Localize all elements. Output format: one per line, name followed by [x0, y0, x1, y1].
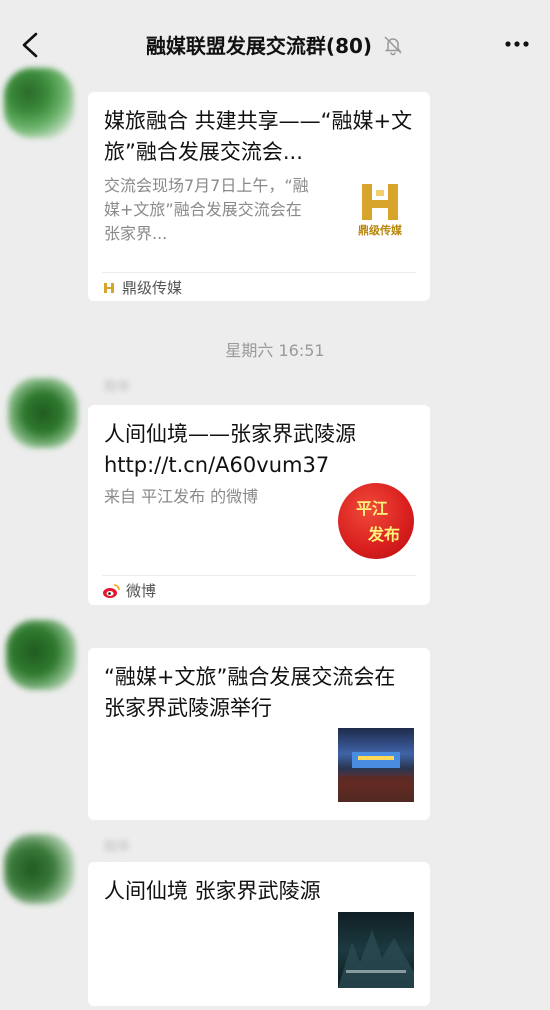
- conference-stage-icon: [338, 752, 414, 802]
- thumb-text-1: 平江: [356, 499, 389, 518]
- bell-off-icon: [384, 35, 402, 55]
- card-title: 人间仙境 张家界武陵源: [104, 879, 321, 903]
- card-title: “融媒+文旅”融合发展交流会在张家界武陵源举行: [104, 665, 396, 720]
- weibo-icon: [103, 583, 120, 598]
- card-title-line-2: http://t.cn/A60vum37: [104, 453, 330, 477]
- card-thumbnail: 鼎级传媒: [348, 176, 412, 240]
- chat-timestamp: 星期六 16:51: [225, 341, 325, 360]
- card-source: 鼎级传媒: [122, 279, 183, 297]
- brand-mini-icon: [104, 282, 114, 293]
- thumb-brand-text: 鼎级传媒: [358, 224, 402, 237]
- card-title-line-1: 人间仙境——张家界武陵源: [104, 422, 356, 446]
- link-card[interactable]: 媒旅融合 共建共享——“融媒+文旅”融合发展交流会... 交流会现场7月7日上午…: [88, 92, 430, 301]
- avatar[interactable]: [6, 620, 76, 690]
- sender-name: 阳华: [104, 380, 131, 395]
- link-card[interactable]: 人间仙境 张家界武陵源: [88, 862, 430, 1006]
- card-description: 交流会现场7月7日上午，“融媒+文旅”融合发展交流会在张家界...: [104, 176, 309, 243]
- card-footer: 鼎级传媒: [102, 272, 416, 302]
- sender-name: 阳华: [104, 840, 131, 855]
- avatar[interactable]: [8, 378, 78, 448]
- avatar[interactable]: [4, 68, 74, 138]
- mountain-scene-icon: [338, 930, 414, 988]
- card-thumbnail: [338, 912, 414, 988]
- card-description: 来自 平江发布 的微博: [104, 487, 259, 506]
- thumb-text-2: 发布: [368, 525, 401, 544]
- chat-header: 融媒联盟发展交流群(80): [0, 0, 550, 92]
- card-thumbnail: [338, 728, 414, 802]
- ellipsis-icon[interactable]: [502, 32, 532, 56]
- link-card[interactable]: “融媒+文旅”融合发展交流会在张家界武陵源举行: [88, 648, 430, 820]
- avatar[interactable]: [4, 834, 74, 904]
- card-source: 微博: [126, 582, 157, 600]
- card-thumbnail: 平江 发布: [338, 483, 414, 559]
- chat-title-wrap: 融媒联盟发展交流群(80): [0, 30, 550, 59]
- card-title: 媒旅融合 共建共享——“融媒+文旅”融合发展交流会...: [104, 109, 413, 164]
- card-footer: 微博: [102, 575, 416, 605]
- link-card[interactable]: 人间仙境——张家界武陵源 http://t.cn/A60vum37 来自 平江发…: [88, 405, 430, 605]
- chat-title: 融媒联盟发展交流群(80): [145, 34, 373, 58]
